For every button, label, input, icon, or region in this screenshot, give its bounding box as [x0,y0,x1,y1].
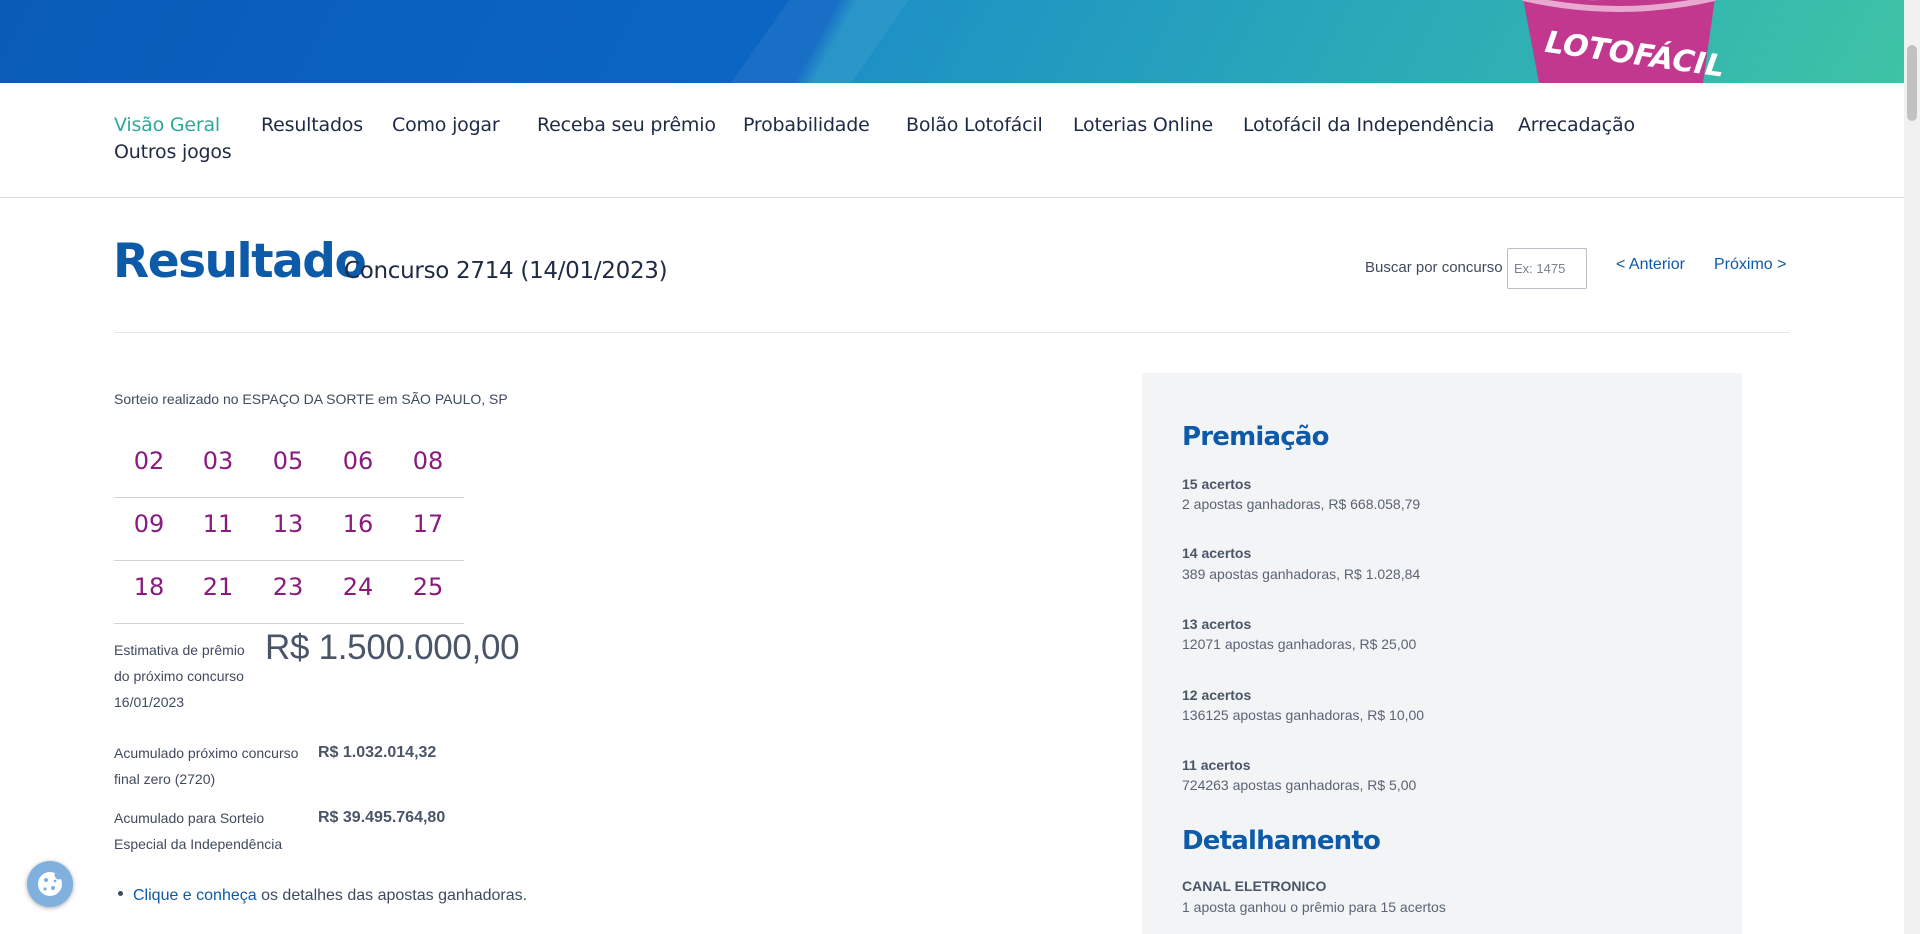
cookie-icon [38,870,64,896]
next-contest-link[interactable]: Próximo > [1714,256,1786,274]
nav-lotofacil-independencia[interactable]: Lotofácil da Independência [1243,114,1494,136]
nav-arrecadacao[interactable]: Arrecadação [1518,114,1635,136]
prize-desc: 724263 apostas ganhadoras, R$ 5,00 [1182,777,1417,793]
drawn-number: 16 [342,510,374,538]
drawn-number: 23 [272,573,304,601]
winners-details-link[interactable]: Clique e conheça [133,887,257,904]
numbers-row: 09 11 13 16 17 [114,498,464,561]
prize-tier: 12 acertos [1182,687,1252,703]
estimate-label-line: 16/01/2023 [114,694,185,710]
prize-desc: 389 apostas ganhadoras, R$ 1.028,84 [1182,566,1421,582]
nav-visao-geral[interactable]: Visão Geral [114,114,220,136]
accumulated-label-line: final zero (2720) [114,771,216,787]
drawn-number: 05 [272,447,304,475]
section-divider [114,332,1790,333]
details-title: Detalhamento [1182,826,1381,856]
cookie-settings-button[interactable] [27,861,73,907]
drawn-number: 18 [133,573,165,601]
channel-desc: 1 aposta ganhou o prêmio para 15 acertos [1182,899,1446,915]
nav-receba-seu-premio[interactable]: Receba seu prêmio [537,114,716,136]
prizes-title: Premiação [1182,422,1329,452]
numbers-row: 02 03 05 06 08 [114,435,464,498]
winners-details-text: os detalhes das apostas ganhadoras. [256,887,528,904]
drawn-number: 13 [272,510,304,538]
contest-subtitle: Concurso 2714 (14/01/2023) [344,258,668,284]
accumulated-label-line: Acumulado para Sorteio [114,810,265,826]
prize-desc: 12071 apostas ganhadoras, R$ 25,00 [1182,636,1417,652]
drawn-number: 11 [202,510,234,538]
prize-tier: 15 acertos [1182,476,1252,492]
lotofacil-logo: LOTOFÁCIL [1522,0,1725,83]
prize-tier: 13 acertos [1182,616,1252,632]
accumulated-value: R$ 1.032.014,32 [318,744,437,761]
numbers-row: 18 21 23 24 25 [114,561,464,624]
accumulated-label: Acumulado próximo concurso final zero (2… [114,740,314,792]
drawn-number: 21 [202,573,234,601]
estimate-value: R$ 1.500.000,00 [265,628,520,667]
drawn-number: 09 [133,510,165,538]
prize-tier: 14 acertos [1182,545,1252,561]
drawn-number: 03 [202,447,234,475]
nav-outros-jogos[interactable]: Outros jogos [114,141,232,163]
drawn-number: 25 [412,573,444,601]
accumulated-label-line: Especial da Independência [114,836,283,852]
nav-probabilidade[interactable]: Probabilidade [743,114,870,136]
accumulated-label-line: Acumulado próximo concurso [114,745,299,761]
top-banner: LOTOFÁCIL [0,0,1904,83]
drawn-number: 17 [412,510,444,538]
prize-desc: 136125 apostas ganhadoras, R$ 10,00 [1182,707,1425,723]
nav-bolao-lotofacil[interactable]: Bolão Lotofácil [906,114,1043,136]
prize-tier: 11 acertos [1182,757,1251,773]
prize-desc: 2 apostas ganhadoras, R$ 668.058,79 [1182,496,1421,512]
nav-resultados[interactable]: Resultados [261,114,363,136]
page-scrollbar[interactable] [1904,0,1920,934]
main-nav: Visão Geral Resultados Como jogar Receba… [114,110,1674,170]
nav-como-jogar[interactable]: Como jogar [392,114,500,136]
drawn-number: 02 [133,447,165,475]
prizes-panel: Premiação 15 acertos 2 apostas ganhadora… [1142,373,1742,934]
accumulated-special-label: Acumulado para Sorteio Especial da Indep… [114,805,314,857]
details-bullet: Clique e conheça os detalhes das apostas… [118,887,527,905]
drawn-number: 06 [342,447,374,475]
drawn-numbers: 02 03 05 06 08 09 11 13 16 17 18 21 23 2… [114,435,464,624]
estimate-label-line: Estimativa de prêmio [114,642,245,658]
draw-location: Sorteio realizado no ESPAÇO DA SORTE em … [114,391,508,407]
contest-search-input[interactable] [1507,248,1587,289]
channel-name: CANAL ELETRONICO [1182,878,1327,894]
nav-loterias-online[interactable]: Loterias Online [1073,114,1213,136]
banner-decor [730,0,910,83]
estimate-label-line: do próximo concurso [114,668,244,684]
drawn-number: 08 [412,447,444,475]
bullet-icon [118,891,123,897]
accumulated-special-value: R$ 39.495.764,80 [318,809,446,826]
scrollbar-thumb[interactable] [1907,45,1917,121]
nav-divider [0,197,1904,198]
estimate-label: Estimativa de prêmio do próximo concurso… [114,637,262,715]
page-title: Resultado [113,234,367,289]
drawn-number: 24 [342,573,374,601]
search-label: Buscar por concurso [1365,259,1503,276]
previous-contest-link[interactable]: < Anterior [1616,256,1685,274]
